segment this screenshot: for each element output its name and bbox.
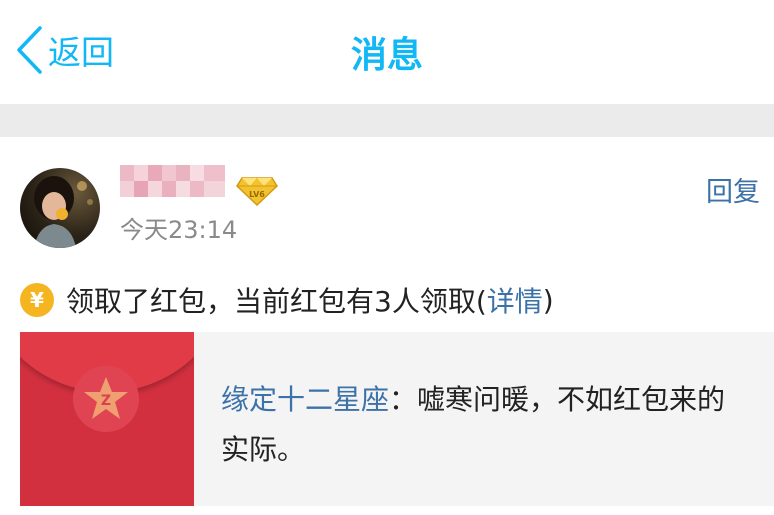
level-text: LV6: [249, 190, 265, 199]
avatar-photo: [20, 168, 100, 248]
details-link[interactable]: 详情: [487, 280, 543, 320]
section-divider: [0, 104, 774, 137]
red-packet-message: 缘定十二星座：嘘寒问暖，不如红包来的实际。: [221, 375, 741, 475]
level-badge: LV6: [236, 176, 278, 210]
yuan-coin-icon: ¥: [20, 283, 54, 317]
red-envelope-image: Z: [20, 332, 194, 506]
notice-text: 领取了红包，当前红包有3人领取(: [66, 285, 487, 318]
reply-button[interactable]: 回复: [706, 170, 760, 209]
notice-close: ): [542, 283, 554, 317]
star-logo-icon: Z: [84, 377, 128, 419]
diamond-icon: LV6: [236, 177, 278, 207]
page-title: 消息: [350, 35, 423, 76]
svg-text:Z: Z: [101, 393, 111, 409]
avatar[interactable]: [20, 168, 100, 248]
message-time: 今天23:14: [120, 216, 238, 244]
nav-bar: 返回 消息: [0, 0, 774, 104]
notice-line: ¥ 领取了红包，当前红包有3人领取(详情): [20, 280, 554, 320]
envelope-seal: Z: [73, 366, 139, 432]
sender-colon: ：: [389, 383, 418, 416]
red-packet-card[interactable]: Z 缘定十二星座：嘘寒问暖，不如红包来的实际。: [20, 332, 774, 506]
username-blurred: [120, 163, 225, 199]
sender-name[interactable]: 缘定十二星座: [221, 383, 389, 416]
